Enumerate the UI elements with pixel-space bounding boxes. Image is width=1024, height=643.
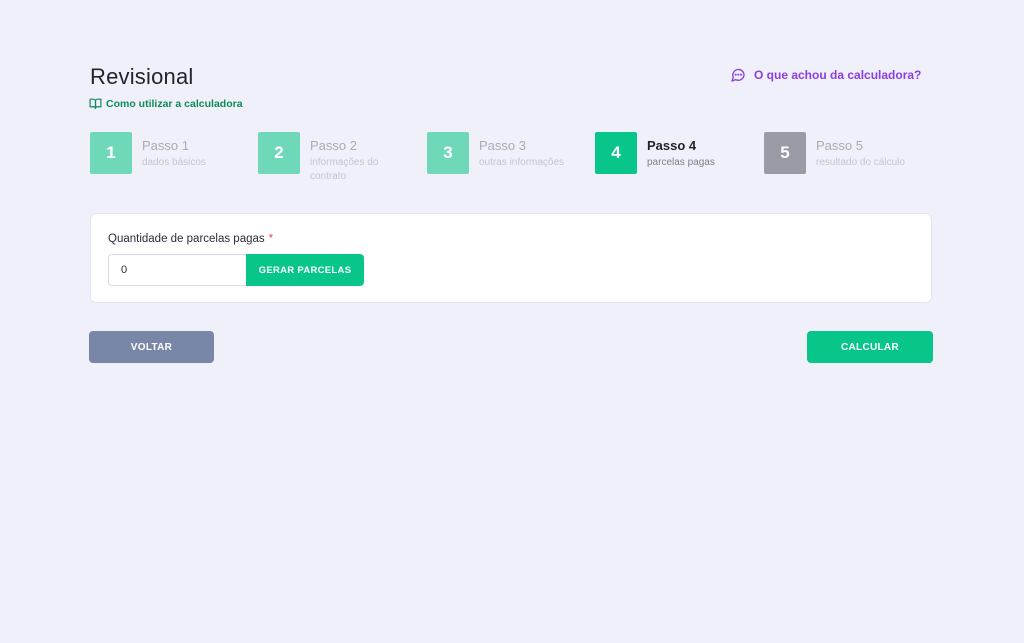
quantity-label-text: Quantidade de parcelas pagas xyxy=(108,233,265,245)
help-link-label: Como utilizar a calculadora xyxy=(106,97,243,110)
step-subtitle: resultado do cálculo xyxy=(816,157,905,168)
feedback-link-label: O que achou da calculadora? xyxy=(754,68,922,82)
step-number-badge: 5 xyxy=(764,132,806,174)
book-open-icon xyxy=(89,98,102,109)
quantity-label: Quantidade de parcelas pagas * xyxy=(108,233,273,245)
back-button[interactable]: VOLTAR xyxy=(89,331,214,363)
step-title: Passo 3 xyxy=(479,138,526,153)
help-link[interactable]: Como utilizar a calculadora xyxy=(89,97,243,110)
installments-card: Quantidade de parcelas pagas* GERAR PARC… xyxy=(90,213,932,303)
step-3[interactable]: 3 Passo 3 outras informações xyxy=(427,132,589,174)
step-number-badge: 4 xyxy=(595,132,637,174)
step-subtitle: parcelas pagas xyxy=(647,157,715,168)
step-title: Passo 2 xyxy=(310,138,357,153)
step-number-badge: 1 xyxy=(90,132,132,174)
step-subtitle: informações do contrato xyxy=(310,157,379,182)
step-title: Passo 5 xyxy=(816,138,863,153)
step-title: Passo 4 xyxy=(647,138,697,153)
calculate-button[interactable]: CALCULAR xyxy=(807,331,933,363)
step-number-badge: 2 xyxy=(258,132,300,174)
step-number-badge: 3 xyxy=(427,132,469,174)
required-mark: * xyxy=(268,233,274,245)
step-2[interactable]: 2 Passo 2 informações do contrato xyxy=(258,132,400,184)
step-1[interactable]: 1 Passo 1 dados básicos xyxy=(90,132,232,174)
step-title: Passo 1 xyxy=(142,138,189,153)
step-4[interactable]: 4 Passo 4 parcelas pagas xyxy=(595,132,737,174)
feedback-link[interactable]: O que achou da calculadora? xyxy=(730,67,921,83)
step-5[interactable]: 5 Passo 5 resultado do cálculo xyxy=(764,132,926,174)
quantity-input[interactable] xyxy=(108,254,248,286)
step-subtitle: dados básicos xyxy=(142,157,206,168)
stepper: 1 Passo 1 dados básicos 2 Passo 2 inform… xyxy=(90,132,950,192)
generate-installments-button[interactable]: GERAR PARCELAS xyxy=(246,254,364,286)
step-subtitle: outras informações xyxy=(479,157,565,168)
chat-bubble-icon xyxy=(731,68,745,82)
page-title: Revisional xyxy=(90,64,194,89)
